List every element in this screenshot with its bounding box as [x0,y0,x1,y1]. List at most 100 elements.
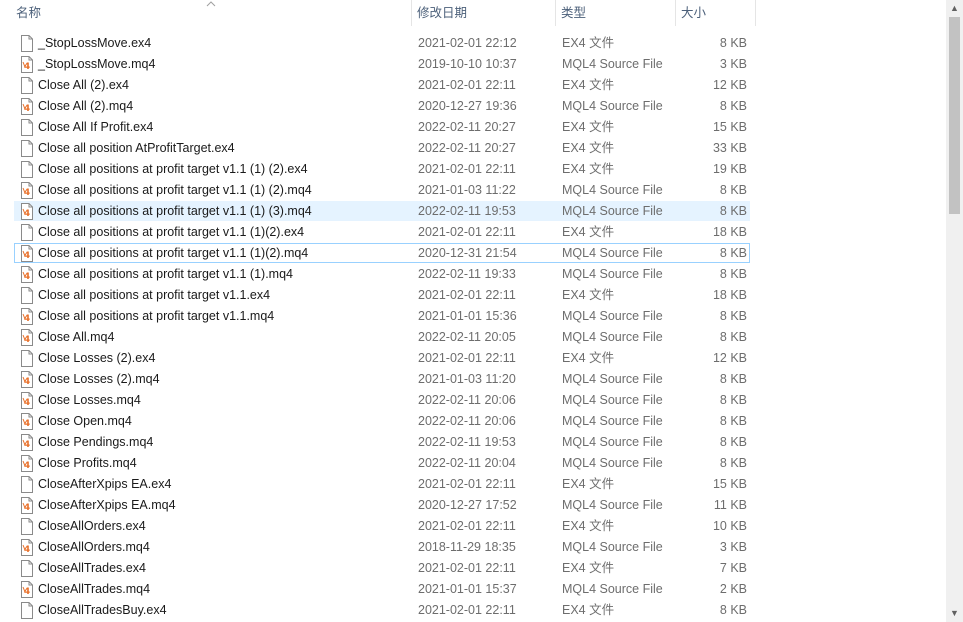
column-divider[interactable] [555,0,556,26]
file-size: 8 KB [719,36,747,50]
file-date: 2022-02-11 20:04 [418,456,516,470]
column-divider[interactable] [411,0,412,26]
column-header-size-label: 大小 [681,6,707,20]
column-header-type[interactable]: 类型 [557,0,674,26]
blank-file-icon [21,287,33,304]
file-size: 8 KB [719,456,747,470]
file-size: 8 KB [719,99,747,113]
scroll-up-button[interactable]: ▲ [946,0,963,17]
file-row[interactable]: CloseAllTradesBuy.ex4 2021-02-01 22:11 EX4… [14,600,750,620]
file-name: CloseAllOrders.ex4 [38,519,146,533]
file-date: 2018-11-29 18:35 [418,540,516,554]
file-row[interactable]: Close All If Profit.ex4 2022-02-11 20:27 E… [14,117,750,137]
file-type: EX4 文件 [562,561,615,575]
file-type: EX4 文件 [562,351,615,365]
file-row[interactable]: 4 Close Pendings.mq4 2022-02-11 19:53 MQL4 … [14,432,750,452]
file-date: 2020-12-27 19:36 [418,99,517,113]
file-row[interactable]: 4 Close all positions at profit target v1… [14,264,750,284]
file-size: 10 KB [712,519,747,533]
file-type: EX4 文件 [562,603,615,617]
mq4-file-icon: 4 [21,98,33,115]
file-size: 11 KB [713,498,747,512]
file-date: 2021-01-03 11:22 [418,183,516,197]
file-date: 2020-12-27 17:52 [418,498,517,512]
file-row[interactable]: _StopLossMove.ex4 2021-02-01 22:12 EX4 文件 8… [14,33,750,53]
file-size: 8 KB [719,204,747,218]
mq4-file-icon: 4 [21,203,33,220]
file-name: Close All (2).mq4 [38,99,134,113]
file-row[interactable]: Close Losses (2).ex4 2021-02-01 22:11 EX4 … [14,348,750,368]
scroll-down-button[interactable]: ▼ [946,605,963,622]
file-type: EX4 文件 [562,36,615,50]
column-divider[interactable] [755,0,756,26]
file-row[interactable]: Close all positions at profit target v1.… [14,285,750,305]
blank-file-icon [21,224,33,241]
file-date: 2021-02-01 22:11 [418,519,516,533]
file-date: 2020-12-31 21:54 [418,246,517,260]
file-row[interactable]: 4 CloseAllOrders.mq4 2018-11-29 18:35 MQL4 … [14,537,750,557]
file-type: MQL4 Source File [562,498,663,512]
file-date: 2021-02-01 22:11 [418,162,516,176]
file-name: _StopLossMove.ex4 [38,36,152,50]
file-size: 8 KB [719,309,747,323]
file-name: Close all positions at profit target v1.… [38,183,312,197]
column-header-size[interactable]: 大小 [677,0,754,26]
file-size: 2 KB [719,582,747,596]
file-size: 33 KB [712,141,747,155]
column-divider[interactable] [675,0,676,26]
file-row[interactable]: 4 Close all positions at profit target v1… [14,201,750,221]
file-size: 12 KB [712,351,747,365]
file-row[interactable]: 4 Close Losses.mq4 2022-02-11 20:06 MQL4 So… [14,390,750,410]
blank-file-icon [21,77,33,94]
file-row[interactable]: 4 Close all positions at profit target v1… [14,180,750,200]
file-name: Close Profits.mq4 [38,456,137,470]
scroll-down-icon: ▼ [950,608,959,618]
file-size: 7 KB [719,561,747,575]
file-name: CloseAllOrders.mq4 [38,540,150,554]
file-name: CloseAfterXpips EA.ex4 [38,477,172,491]
file-size: 15 KB [712,120,747,134]
file-name: Close All.mq4 [38,330,115,344]
mq4-file-icon: 4 [21,455,33,472]
column-header-date[interactable]: 修改日期 [413,0,554,26]
file-row[interactable]: 4 CloseAfterXpips EA.mq4 2020-12-27 17:52 M… [14,495,750,515]
file-row[interactable]: 4 Close Profits.mq4 2022-02-11 20:04 MQL4 S… [14,453,750,473]
file-row[interactable]: 4 Close all positions at profit target v1… [14,243,750,263]
file-type: MQL4 Source File [562,267,663,281]
file-size: 18 KB [712,225,747,239]
file-date: 2021-01-01 15:36 [418,309,517,323]
file-size: 8 KB [719,435,747,449]
file-row[interactable]: 4 Close all positions at profit target v1… [14,306,750,326]
file-row[interactable]: Close all positions at profit target v1.… [14,159,750,179]
file-type: EX4 文件 [562,78,615,92]
file-row[interactable]: Close all position AtProfitTarget.ex4 202… [14,138,750,158]
file-size: 8 KB [719,372,747,386]
file-date: 2022-02-11 20:27 [418,141,516,155]
file-row[interactable]: CloseAllOrders.ex4 2021-02-01 22:11 EX4 文件… [14,516,750,536]
file-row[interactable]: 4 Close All.mq4 2022-02-11 20:05 MQL4 Sourc… [14,327,750,347]
file-date: 2021-02-01 22:11 [418,603,516,617]
file-date: 2021-02-01 22:11 [418,78,516,92]
mq4-file-icon: 4 [21,371,33,388]
column-header-bar: 名称 修改日期 类型 大小 [0,0,946,26]
file-row[interactable]: 4 CloseAllTrades.mq4 2021-01-01 15:37 MQL4 … [14,579,750,599]
file-row[interactable]: CloseAfterXpips EA.ex4 2021-02-01 22:11 EX… [14,474,750,494]
file-row[interactable]: 4 _StopLossMove.mq4 2019-10-10 10:37 MQL4 S… [14,54,750,74]
vertical-scrollbar[interactable]: ▲ ▼ [946,0,963,622]
file-name: CloseAfterXpips EA.mq4 [38,498,176,512]
mq4-file-icon: 4 [21,539,33,556]
file-row[interactable]: 4 Close All (2).mq4 2020-12-27 19:36 MQL4 S… [14,96,750,116]
scrollbar-thumb[interactable] [949,17,960,214]
file-row[interactable]: 4 Close Open.mq4 2022-02-11 20:06 MQL4 Sour… [14,411,750,431]
file-type: MQL4 Source File [562,246,663,260]
file-row[interactable]: Close All (2).ex4 2021-02-01 22:11 EX4 文件 1… [14,75,750,95]
mq4-file-icon: 4 [21,434,33,451]
mq4-file-icon: 4 [21,182,33,199]
file-row[interactable]: 4 Close Losses (2).mq4 2021-01-03 11:20 MQL… [14,369,750,389]
mq4-file-icon: 4 [21,581,33,598]
file-date: 2021-02-01 22:11 [418,225,516,239]
file-row[interactable]: CloseAllTrades.ex4 2021-02-01 22:11 EX4 文件… [14,558,750,578]
file-row[interactable]: Close all positions at profit target v1.… [14,222,750,242]
file-size: 8 KB [719,246,747,260]
blank-file-icon [21,119,33,136]
